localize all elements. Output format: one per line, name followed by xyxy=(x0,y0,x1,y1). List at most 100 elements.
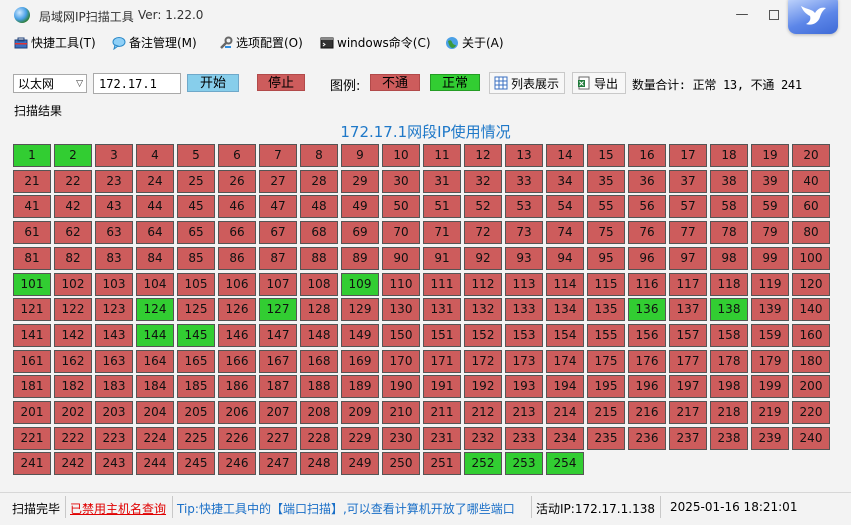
ip-cell-36[interactable]: 36 xyxy=(628,169,666,193)
ip-cell-112[interactable]: 112 xyxy=(464,272,502,296)
ip-cell-38[interactable]: 38 xyxy=(710,169,748,193)
ip-cell-98[interactable]: 98 xyxy=(710,246,748,270)
ip-cell-103[interactable]: 103 xyxy=(95,272,133,296)
ip-cell-220[interactable]: 220 xyxy=(792,401,830,424)
ip-cell-22[interactable]: 22 xyxy=(54,169,92,193)
ip-cell-24[interactable]: 24 xyxy=(136,169,174,193)
ip-cell-109[interactable]: 109 xyxy=(341,272,379,296)
ip-cell-82[interactable]: 82 xyxy=(54,246,92,270)
ip-cell-201[interactable]: 201 xyxy=(13,401,51,424)
ip-cell-186[interactable]: 186 xyxy=(218,375,256,399)
ip-cell-23[interactable]: 23 xyxy=(95,169,133,193)
ip-cell-251[interactable]: 251 xyxy=(423,452,461,476)
ip-cell-173[interactable]: 173 xyxy=(505,349,543,373)
ip-cell-144[interactable]: 144 xyxy=(136,323,174,347)
ip-cell-51[interactable]: 51 xyxy=(423,195,461,219)
ip-cell-3[interactable]: 3 xyxy=(95,144,133,167)
ip-cell-233[interactable]: 233 xyxy=(505,426,543,450)
ip-cell-172[interactable]: 172 xyxy=(464,349,502,373)
ip-cell-32[interactable]: 32 xyxy=(464,169,502,193)
ip-cell-12[interactable]: 12 xyxy=(464,144,502,167)
ip-cell-52[interactable]: 52 xyxy=(464,195,502,219)
ip-cell-237[interactable]: 237 xyxy=(669,426,707,450)
ip-cell-14[interactable]: 14 xyxy=(546,144,584,167)
ip-cell-117[interactable]: 117 xyxy=(669,272,707,296)
ip-cell-99[interactable]: 99 xyxy=(751,246,789,270)
hostname-query-link[interactable]: 已禁用主机名查询 xyxy=(70,500,166,517)
ip-cell-41[interactable]: 41 xyxy=(13,195,51,219)
ip-cell-115[interactable]: 115 xyxy=(587,272,625,296)
ip-cell-5[interactable]: 5 xyxy=(177,144,215,167)
ip-cell-235[interactable]: 235 xyxy=(587,426,625,450)
ip-cell-253[interactable]: 253 xyxy=(505,452,543,476)
ip-cell-70[interactable]: 70 xyxy=(382,221,420,245)
ip-cell-30[interactable]: 30 xyxy=(382,169,420,193)
ip-cell-63[interactable]: 63 xyxy=(95,221,133,245)
ip-cell-210[interactable]: 210 xyxy=(382,401,420,424)
ip-cell-46[interactable]: 46 xyxy=(218,195,256,219)
ip-cell-83[interactable]: 83 xyxy=(95,246,133,270)
ip-cell-102[interactable]: 102 xyxy=(54,272,92,296)
stop-button[interactable]: 停止 xyxy=(257,74,305,91)
menu-quick-tools[interactable]: 快捷工具(T) xyxy=(14,34,96,52)
ip-cell-13[interactable]: 13 xyxy=(505,144,543,167)
ip-cell-163[interactable]: 163 xyxy=(95,349,133,373)
ip-cell-126[interactable]: 126 xyxy=(218,298,256,322)
ip-cell-166[interactable]: 166 xyxy=(218,349,256,373)
list-view-button[interactable]: 列表展示 xyxy=(489,72,565,94)
ip-cell-174[interactable]: 174 xyxy=(546,349,584,373)
ip-cell-206[interactable]: 206 xyxy=(218,401,256,424)
ip-cell-94[interactable]: 94 xyxy=(546,246,584,270)
ip-cell-104[interactable]: 104 xyxy=(136,272,174,296)
ip-cell-29[interactable]: 29 xyxy=(341,169,379,193)
ip-cell-28[interactable]: 28 xyxy=(300,169,338,193)
ip-cell-18[interactable]: 18 xyxy=(710,144,748,167)
ip-cell-9[interactable]: 9 xyxy=(341,144,379,167)
ip-cell-247[interactable]: 247 xyxy=(259,452,297,476)
ip-cell-55[interactable]: 55 xyxy=(587,195,625,219)
ip-cell-43[interactable]: 43 xyxy=(95,195,133,219)
ip-cell-137[interactable]: 137 xyxy=(669,298,707,322)
ip-cell-25[interactable]: 25 xyxy=(177,169,215,193)
ip-cell-188[interactable]: 188 xyxy=(300,375,338,399)
ip-cell-87[interactable]: 87 xyxy=(259,246,297,270)
export-button[interactable]: 导出 xyxy=(572,72,626,94)
ip-cell-40[interactable]: 40 xyxy=(792,169,830,193)
ip-cell-245[interactable]: 245 xyxy=(177,452,215,476)
ip-cell-130[interactable]: 130 xyxy=(382,298,420,322)
ip-cell-69[interactable]: 69 xyxy=(341,221,379,245)
ip-cell-228[interactable]: 228 xyxy=(300,426,338,450)
ip-cell-204[interactable]: 204 xyxy=(136,401,174,424)
ip-cell-7[interactable]: 7 xyxy=(259,144,297,167)
ip-cell-134[interactable]: 134 xyxy=(546,298,584,322)
ip-cell-75[interactable]: 75 xyxy=(587,221,625,245)
ip-cell-160[interactable]: 160 xyxy=(792,323,830,347)
ip-cell-20[interactable]: 20 xyxy=(792,144,830,167)
ip-cell-39[interactable]: 39 xyxy=(751,169,789,193)
ip-cell-156[interactable]: 156 xyxy=(628,323,666,347)
ip-cell-182[interactable]: 182 xyxy=(54,375,92,399)
ip-cell-207[interactable]: 207 xyxy=(259,401,297,424)
ip-cell-150[interactable]: 150 xyxy=(382,323,420,347)
ip-cell-169[interactable]: 169 xyxy=(341,349,379,373)
ip-cell-50[interactable]: 50 xyxy=(382,195,420,219)
minimize-button[interactable]: — xyxy=(732,6,752,24)
ip-cell-65[interactable]: 65 xyxy=(177,221,215,245)
ip-cell-200[interactable]: 200 xyxy=(792,375,830,399)
ip-cell-222[interactable]: 222 xyxy=(54,426,92,450)
ip-cell-142[interactable]: 142 xyxy=(54,323,92,347)
ip-cell-61[interactable]: 61 xyxy=(13,221,51,245)
start-button[interactable]: 开始 xyxy=(187,74,239,92)
ip-cell-246[interactable]: 246 xyxy=(218,452,256,476)
ip-cell-86[interactable]: 86 xyxy=(218,246,256,270)
ip-cell-243[interactable]: 243 xyxy=(95,452,133,476)
ip-cell-19[interactable]: 19 xyxy=(751,144,789,167)
ip-cell-229[interactable]: 229 xyxy=(341,426,379,450)
ip-cell-121[interactable]: 121 xyxy=(13,298,51,322)
ip-cell-194[interactable]: 194 xyxy=(546,375,584,399)
ip-cell-6[interactable]: 6 xyxy=(218,144,256,167)
ip-cell-179[interactable]: 179 xyxy=(751,349,789,373)
maximize-button[interactable] xyxy=(764,6,784,24)
ip-cell-8[interactable]: 8 xyxy=(300,144,338,167)
ip-cell-147[interactable]: 147 xyxy=(259,323,297,347)
